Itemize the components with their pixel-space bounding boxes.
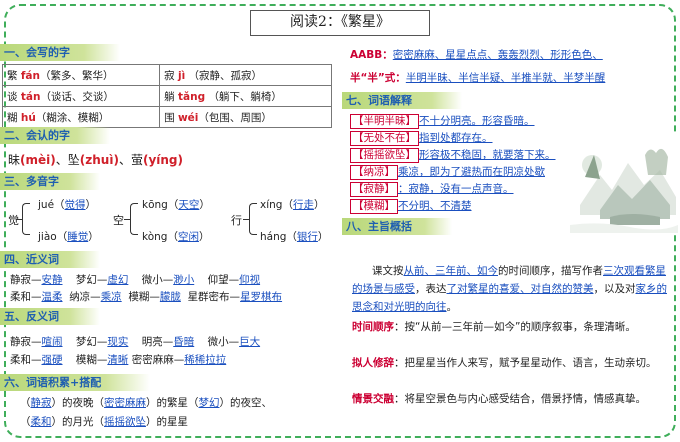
page-title: 阅读2：《繁星》 (250, 10, 430, 36)
section-heading-6: 六、词语积累+搭配 (0, 374, 150, 391)
table-row: 谈 tán（谈话、交谈） 躺 tǎng （躺下、躺椅） (1, 85, 332, 107)
section-heading-4: 四、近义词 (0, 251, 100, 268)
collocation-line-2: （柔和）的月光（摇摇欲坠）的星星 (20, 416, 188, 428)
point-scene-emotion: 情景交融：将星空景色与内心感受结合，借景抒情，情感真挚。 (352, 393, 646, 405)
table-cell: 谈 tán（谈话、交谈） (1, 85, 161, 107)
aabb-line: AABB：密密麻麻、星星点点、轰轰烈烈、形形色色、 (350, 49, 603, 61)
synonym-line-1: 静寂—安静 梦幻—虚幻 微小—渺小 仰望—仰视 (10, 274, 261, 286)
banban-line: 半“半”式：半明半昧、半信半疑、半推半就、半梦半醒 (350, 72, 606, 84)
words-table: 繁 fán（繁多、繁华） 寂 jì （寂静、孤寂） 谈 tán（谈话、交谈） 躺… (1, 64, 332, 128)
definition-item: 【寂静】 ：寂静，没有一点声音。 (350, 181, 514, 197)
table-cell: 寂 jì （寂静、孤寂） (159, 64, 332, 86)
table-cell: 繁 fán（繁多、繁华） (1, 64, 161, 86)
section-heading-1: 一、会写的字 (0, 44, 120, 61)
table-row: 糊 hú（糊涂、模糊） 围 wéi（包围、周围） (1, 106, 332, 128)
recognize-chars: 昧(mèi)、坠(zhuì)、萤(yíng) (8, 153, 184, 167)
definition-item: 【半明半昧】 不十分明亮。形容昏暗。 (350, 113, 535, 129)
section-heading-3: 三、多音字 (0, 173, 100, 190)
table-cell: 躺 tǎng （躺下、躺椅） (159, 85, 332, 107)
summary-paragraph: 课文按从前、三年前、如今的时间顺序，描写作者三次观看繁星的场景与感受，表达了对繁… (352, 265, 667, 313)
synonym-line-2: 柔和—温柔 纳凉—乘凉 模糊—朦胧 星群密布—星罗棋布 (10, 291, 283, 303)
antonym-line-2: 柔和—强硬 模糊—清晰 密密麻麻—稀稀拉拉 (10, 354, 227, 366)
definition-item: 【模糊】 不分明、不清楚 (350, 198, 472, 214)
collocation-line-1: （静寂）的夜晚（密密麻麻）的繁星（梦幻）的夜空、 (20, 397, 272, 409)
section-heading-8: 八、主旨概括 (342, 218, 452, 235)
landscape-painting (570, 135, 678, 233)
section-heading-5: 五、反义词 (0, 308, 100, 325)
table-cell: 糊 hú（糊涂、模糊） (1, 106, 161, 128)
definition-item: 【摇摇欲坠】 形容极不稳固，就要落下来。 (350, 147, 556, 163)
point-time-order: 时间顺序：按“从前—三年前—如今”的顺序叙事，条理清晰。 (352, 321, 636, 333)
section-heading-2: 二、会认的字 (0, 127, 110, 144)
table-row: 繁 fán（繁多、繁华） 寂 jì （寂静、孤寂） (1, 64, 332, 86)
section-heading-7: 七、词语解释 (342, 92, 462, 109)
definition-item: 【无处不在】 指到处都存在。 (350, 130, 493, 146)
table-cell: 围 wéi（包围、周围） (159, 106, 332, 128)
point-personification: 拟人修辞：把星星当作人来写，赋予星星动作、语言，生动亲切。 (352, 357, 657, 369)
antonym-line-1: 静寂—喧闹 梦幻—现实 明亮—昏暗 微小—巨大 (10, 336, 261, 348)
definition-item: 【纳凉】 乘凉，即为了避热而在阴凉处歇 (350, 164, 545, 180)
